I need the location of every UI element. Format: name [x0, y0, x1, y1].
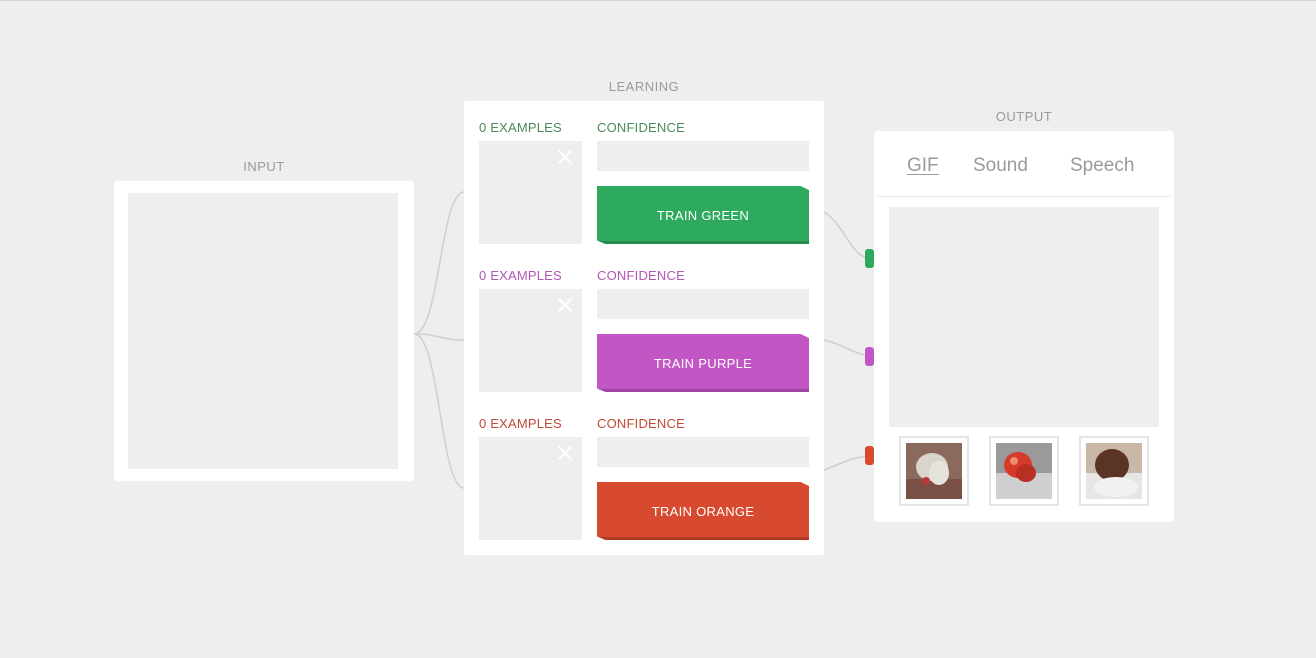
output-panel: GIF Sound Speech: [874, 131, 1174, 522]
examples-preview-green: [479, 141, 582, 244]
connector-input-orange: [413, 333, 465, 489]
examples-count-orange: 0 EXAMPLES: [479, 416, 562, 431]
output-connector-purple: [865, 347, 874, 366]
confidence-bar-green: [597, 141, 809, 171]
confidence-bar-orange: [597, 437, 809, 467]
learning-row-orange: 0 EXAMPLES CONFIDENCE TRAIN ORANGE: [464, 397, 824, 545]
connector-orange-output: [823, 455, 869, 471]
confidence-label-orange: CONFIDENCE: [597, 416, 685, 431]
output-preview: [889, 207, 1159, 427]
output-section-label: OUTPUT: [995, 109, 1053, 124]
gif-thumbnail-1[interactable]: [899, 436, 969, 506]
gif-thumbnail-image: [906, 443, 962, 499]
gif-thumbnail-2[interactable]: [989, 436, 1059, 506]
learning-row-green: 0 EXAMPLES CONFIDENCE TRAIN GREEN: [464, 101, 824, 249]
tab-speech[interactable]: Speech: [1070, 155, 1134, 177]
learning-section-label: LEARNING: [608, 79, 680, 94]
connector-input-green: [413, 191, 465, 335]
clear-examples-icon[interactable]: [556, 444, 574, 462]
input-panel: [114, 181, 414, 481]
learning-panel: 0 EXAMPLES CONFIDENCE TRAIN GREEN 0 EXAM…: [464, 101, 824, 555]
gif-thumbnail-image: [996, 443, 1052, 499]
examples-preview-orange: [479, 437, 582, 540]
examples-preview-purple: [479, 289, 582, 392]
output-connector-green: [865, 249, 874, 268]
train-green-button[interactable]: TRAIN GREEN: [597, 186, 809, 244]
tab-gif[interactable]: GIF: [907, 155, 939, 177]
clear-examples-icon[interactable]: [556, 296, 574, 314]
output-connector-orange: [865, 446, 874, 465]
webcam-preview: [128, 193, 398, 469]
examples-count-green: 0 EXAMPLES: [479, 120, 562, 135]
output-tabs: GIF Sound Speech: [878, 131, 1170, 197]
connector-purple-output: [823, 339, 869, 357]
connector-green-output: [823, 211, 869, 259]
confidence-label-green: CONFIDENCE: [597, 120, 685, 135]
confidence-label-purple: CONFIDENCE: [597, 268, 685, 283]
examples-count-purple: 0 EXAMPLES: [479, 268, 562, 283]
confidence-bar-purple: [597, 289, 809, 319]
learning-row-purple: 0 EXAMPLES CONFIDENCE TRAIN PURPLE: [464, 249, 824, 397]
gif-thumbnail-image: [1086, 443, 1142, 499]
train-orange-button[interactable]: TRAIN ORANGE: [597, 482, 809, 540]
input-section-label: INPUT: [243, 159, 285, 174]
tab-sound[interactable]: Sound: [973, 155, 1028, 177]
clear-examples-icon[interactable]: [556, 148, 574, 166]
gif-thumbnail-3[interactable]: [1079, 436, 1149, 506]
train-purple-button[interactable]: TRAIN PURPLE: [597, 334, 809, 392]
